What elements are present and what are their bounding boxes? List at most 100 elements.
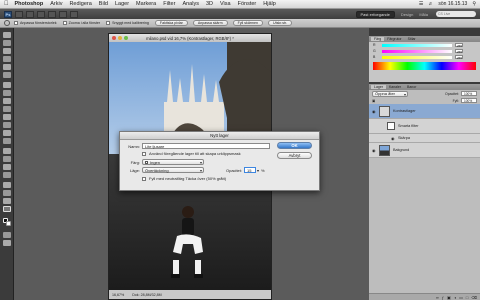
menu-item-fonster[interactable]: Fönster [238, 1, 257, 7]
wifi-icon[interactable]: ☰ [419, 1, 423, 7]
layer-fill-field[interactable]: 100% [461, 98, 477, 103]
zoom-tool-active-icon[interactable] [3, 206, 11, 212]
gradient-tool-icon[interactable] [3, 122, 11, 128]
close-window-icon[interactable] [112, 36, 116, 40]
layer-row-kontrastlager[interactable]: ◉ Kontrastlager [369, 104, 480, 119]
menu-item-visa[interactable]: Visa [220, 1, 231, 7]
slider-g-value[interactable]: 255 [455, 49, 463, 54]
pen-tool-icon[interactable] [3, 148, 11, 154]
tab-farg[interactable]: Färg [371, 37, 385, 41]
menu-app-name[interactable]: Photoshop [15, 1, 44, 7]
zoom-window-icon[interactable] [124, 36, 128, 40]
zoom-all-windows-checkbox[interactable]: Zooma i alla fönster [62, 21, 100, 25]
background-color-swatch[interactable] [6, 221, 11, 226]
dialog-opacity-input[interactable]: 15 [244, 167, 257, 173]
lock-icon[interactable]: ▣ [372, 99, 375, 103]
eye-icon[interactable]: ◉ [372, 109, 377, 114]
slider-b-track[interactable] [382, 55, 452, 59]
lasso-tool-icon[interactable] [3, 48, 11, 54]
quick-select-tool-icon[interactable] [3, 56, 11, 62]
adjustment-layer-icon[interactable]: ◑ [454, 295, 456, 300]
tab-stilar[interactable]: Stilar [405, 37, 419, 41]
blend-mode-dialog-select[interactable]: Övertäckning ▾ [142, 167, 204, 173]
layer-name-input[interactable]: Lite ljusare [142, 143, 270, 149]
menu-item-lager[interactable]: Lager [115, 1, 129, 7]
blur-tool-icon[interactable] [3, 130, 11, 136]
fit-screen-button[interactable]: Anpassa skärm [192, 20, 228, 26]
apple-icon[interactable]:  [4, 1, 9, 7]
blend-mode-select[interactable]: Öppna åter ▾ [372, 90, 408, 97]
link-layers-icon[interactable]: ∞ [436, 295, 439, 300]
tab-kanaler[interactable]: Kanaler [386, 85, 404, 89]
eye-icon[interactable]: ◉ [391, 136, 396, 141]
menu-item-arkiv[interactable]: Arkiv [50, 1, 62, 7]
menu-item-bild[interactable]: Bild [99, 1, 108, 7]
trash-icon[interactable]: ⌫ [471, 295, 477, 300]
color-select[interactable]: Ingen ▾ [142, 159, 204, 165]
ok-button[interactable]: OK [277, 142, 312, 149]
3d-rotate-tool-icon[interactable] [3, 182, 11, 188]
resize-windows-checkbox[interactable]: Anpassa fönsterstorlek [14, 21, 57, 25]
new-group-icon[interactable]: ▭ [459, 295, 463, 300]
clock[interactable]: sön 16.15.13 [438, 1, 467, 7]
quick-mask-icon[interactable] [3, 232, 11, 238]
bridge-icon[interactable] [15, 10, 23, 18]
arrange-documents-icon[interactable] [70, 10, 78, 18]
new-layer-icon[interactable]: □ [466, 295, 468, 300]
clipping-mask-checkbox[interactable] [142, 151, 146, 156]
workspace-button[interactable]: Past erfoegande [355, 10, 395, 18]
brush-tool-icon[interactable] [3, 90, 11, 96]
screen-mode-icon[interactable] [3, 240, 11, 246]
layer-row-smarta-filter[interactable]: Smarta filter [369, 119, 480, 134]
menu-item-hjalp[interactable]: Hjälp [263, 1, 276, 7]
shape-tool-icon[interactable] [3, 172, 11, 178]
zoom-level-icon[interactable] [37, 10, 45, 18]
hand-tool-icon[interactable] [3, 198, 11, 204]
path-selection-tool-icon[interactable] [3, 164, 11, 170]
cs-live-search[interactable]: CS Live [436, 11, 476, 17]
fill-screen-button[interactable]: Fyll skärmen [232, 20, 264, 26]
mini-bridge-icon[interactable] [26, 10, 34, 18]
slider-b-value[interactable]: 255 [455, 55, 463, 60]
crop-tool-icon[interactable] [3, 64, 11, 70]
tab-lager[interactable]: Lager [371, 85, 386, 89]
opacity-stepper-icon[interactable]: ▾ [257, 168, 259, 173]
type-tool-icon[interactable] [3, 156, 11, 162]
volume-icon[interactable]: ♬ [428, 1, 433, 7]
layer-opacity-field[interactable]: 100% [461, 91, 477, 96]
slider-r-track[interactable] [382, 43, 452, 47]
menu-item-filter[interactable]: Filter [163, 1, 175, 7]
eyedropper-tool-icon[interactable] [3, 72, 11, 78]
fill-neutral-checkbox[interactable] [142, 176, 146, 181]
scrubby-zoom-checkbox[interactable]: Snyggt med kalibrering [106, 21, 149, 25]
minimize-window-icon[interactable] [118, 36, 122, 40]
layer-row-bakgrund[interactable]: ◉ Bakgrund [369, 143, 480, 158]
hand-icon[interactable] [48, 10, 56, 18]
zoom-icon[interactable] [59, 10, 67, 18]
dodge-tool-icon[interactable] [3, 138, 11, 144]
history-brush-tool-icon[interactable] [3, 106, 11, 112]
menu-item-analys[interactable]: Analys [182, 1, 199, 7]
healing-brush-tool-icon[interactable] [3, 82, 11, 88]
marquee-tool-icon[interactable] [3, 40, 11, 46]
workspace-tab-mala[interactable]: Måla [419, 12, 428, 17]
fx-icon[interactable]: ƒ [442, 295, 444, 300]
slider-b[interactable]: B 255 [369, 54, 480, 60]
slider-g-track[interactable] [382, 49, 452, 53]
eraser-tool-icon[interactable] [3, 114, 11, 120]
move-tool-icon[interactable] [3, 32, 11, 38]
tab-fargrutor[interactable]: Färgrutor [384, 37, 404, 41]
slider-r-value[interactable]: 255 [455, 43, 463, 48]
actual-pixels-button[interactable]: Faktiska pixlar [154, 20, 188, 26]
menu-item-redigera[interactable]: Redigera [69, 1, 91, 7]
menu-item-3d[interactable]: 3D [206, 1, 213, 7]
zoom-level[interactable]: 16,67% [112, 293, 124, 297]
color-spectrum-bar[interactable] [373, 62, 476, 70]
layer-row-skarpa[interactable]: ◉ Skärpa [369, 134, 480, 143]
print-size-button[interactable]: Utskr.str. [268, 20, 292, 26]
clone-stamp-tool-icon[interactable] [3, 98, 11, 104]
cancel-button[interactable]: Avbryt [277, 152, 312, 159]
document-info[interactable]: Dok: 28,8M/32,8M [132, 293, 161, 297]
eye-icon[interactable]: ◉ [372, 148, 377, 153]
zoom-tool-icon[interactable] [4, 20, 10, 26]
